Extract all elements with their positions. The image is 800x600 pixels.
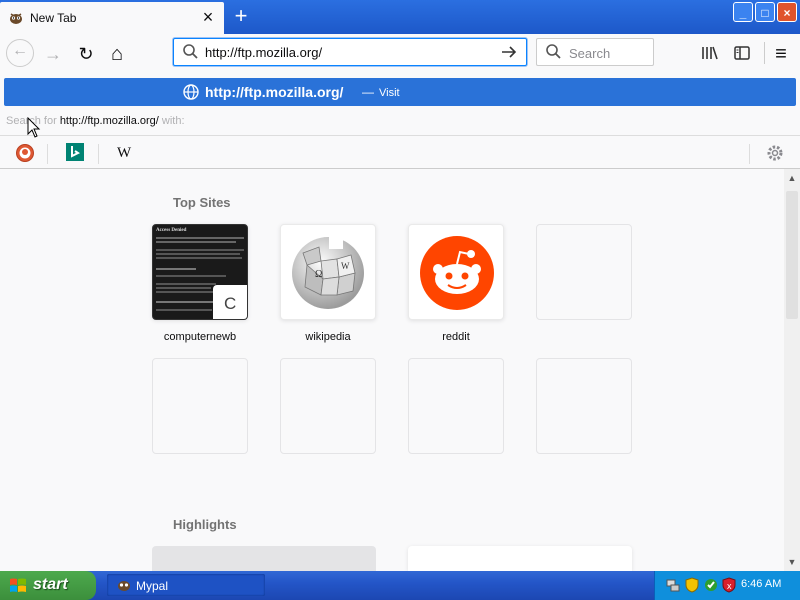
top-site-label: wikipedia [305,331,351,343]
forward-button[interactable]: → [41,42,65,66]
security-shield-icon[interactable] [684,577,700,593]
autocomplete-action: Visit [379,87,400,99]
scrollbar-thumb[interactable] [786,191,798,319]
home-button[interactable]: ⌂ [105,42,129,66]
mouse-cursor-icon [27,117,41,138]
top-site-placeholder [536,358,632,454]
mypal-app-icon [118,581,130,591]
autocomplete-visit-row[interactable]: http://ftp.mozilla.org/ — Visit [4,78,796,106]
svg-text:x: x [727,581,732,591]
autocomplete-url: http://ftp.mozilla.org/ [205,84,344,100]
bing-icon[interactable] [66,143,84,161]
search-for-suffix: with: [158,115,185,127]
back-button[interactable]: ← [6,39,34,67]
back-arrow-icon: ← [12,42,28,59]
highlight-card[interactable] [152,546,376,571]
top-sites-title: Top Sites [173,195,231,210]
windows-logo-icon [10,578,26,592]
tab-title: New Tab [30,11,77,25]
alert-shield-icon[interactable]: x [721,577,737,593]
taskbar-clock: 6:46 AM [741,578,782,590]
autocomplete-separator: — [362,85,374,99]
top-site-tile-wikipedia[interactable]: Ω W [280,224,376,320]
new-tab-button[interactable]: + [230,5,252,27]
search-icon [546,44,561,59]
start-label: start [33,576,68,593]
search-settings-gear-icon[interactable] [765,143,785,163]
tile-screenshot-heading: Access Denied [156,228,187,233]
url-autocomplete-popup: http://ftp.mozilla.org/ — Visit Search f… [0,74,800,169]
url-bar[interactable]: http://ftp.mozilla.org/ [173,38,527,66]
top-site-placeholder [536,224,632,320]
duckduckgo-icon[interactable] [15,143,35,163]
url-input[interactable]: http://ftp.mozilla.org/ [205,45,322,60]
window-maximize-button[interactable]: □ [755,2,775,22]
top-site-tile-computernewb[interactable]: Access Denied C [152,224,248,320]
window-minimize-button[interactable]: _ [733,2,753,22]
one-off-search-engines: W [0,135,800,169]
go-arrow-icon[interactable] [500,43,518,61]
top-site-placeholder [408,358,504,454]
tile-favicon-overlay: C [213,285,247,319]
engine-divider [47,144,48,164]
toolbar-divider [764,42,765,64]
mypal-favicon-icon [10,13,22,24]
search-for-term: http://ftp.mozilla.org/ [59,115,159,127]
engine-divider [98,144,99,164]
top-site-tile-reddit[interactable] [408,224,504,320]
taskbar-item-label: Mypal [136,579,169,593]
network-icon[interactable] [665,577,681,593]
top-site-label: computernewb [163,331,237,343]
wikipedia-globe-icon: Ω W [292,235,364,309]
highlight-card[interactable] [408,546,632,571]
window-close-button[interactable]: × [777,2,797,22]
top-site-placeholder [152,358,248,454]
search-icon [183,44,198,59]
highlights-title: Highlights [173,517,237,532]
tab-close-icon[interactable]: × [199,8,217,26]
menu-button[interactable]: ≡ [769,42,793,66]
navigation-toolbar: ← → ↻ ⌂ http://ftp.mozilla.org/ Search ≡ [0,34,800,74]
scroll-down-arrow-icon[interactable]: ▼ [784,555,800,569]
start-button[interactable]: start [0,571,96,600]
search-placeholder: Search [569,46,611,61]
sidebar-icon[interactable] [733,44,751,62]
engine-divider [749,144,750,164]
update-icon[interactable] [703,577,719,593]
top-site-placeholder [280,358,376,454]
reload-button[interactable]: ↻ [74,42,98,66]
globe-icon [183,84,199,100]
svg-text:W: W [341,261,350,271]
wikipedia-icon[interactable]: W [117,145,131,162]
tile-overlay-letter: C [224,294,237,313]
reddit-logo-icon [420,236,494,310]
tab-new-tab[interactable]: New Tab × [0,2,224,34]
library-icon[interactable] [701,44,719,62]
svg-text:Ω: Ω [315,269,322,280]
scroll-up-arrow-icon[interactable]: ▲ [784,171,800,185]
top-site-label: reddit [442,331,470,343]
taskbar-item-mypal[interactable]: Mypal [107,574,265,596]
search-bar[interactable]: Search [536,38,654,66]
